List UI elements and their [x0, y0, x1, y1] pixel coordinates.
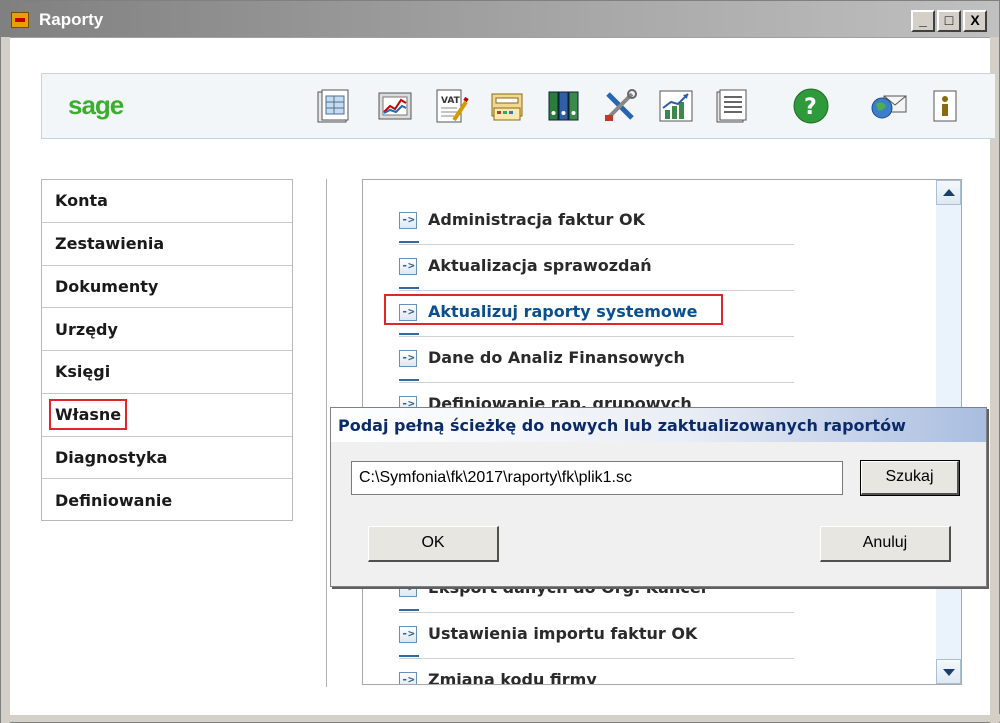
- nav-item-label: Dokumenty: [55, 276, 159, 296]
- minimize-button[interactable]: _: [911, 10, 935, 32]
- nav-item-urzedy[interactable]: Urzędy: [42, 308, 292, 351]
- list-item-label: Dane do Analiz Finansowych: [428, 348, 685, 367]
- nav-item-label: Urzędy: [55, 319, 118, 339]
- list-item[interactable]: -> Zmiana kodu firmy: [399, 659, 794, 685]
- calculator-icon[interactable]: [488, 86, 526, 126]
- arrow-right-icon: ->: [399, 626, 419, 657]
- reports-window: Raporty _ □ X sage VAT ? Konta Zestawien…: [0, 0, 1000, 723]
- arrow-up-icon: [943, 189, 955, 196]
- nav-item-diagnostyka[interactable]: Diagnostyka: [42, 437, 292, 480]
- binders-icon[interactable]: [545, 86, 583, 126]
- dialog-title-bar: Podaj pełną ścieżkę do nowych lub zaktua…: [331, 408, 986, 442]
- nav-item-zestawienia[interactable]: Zestawienia: [42, 223, 292, 266]
- nav-item-wlasne[interactable]: Własne: [42, 394, 292, 437]
- nav-item-label: Zestawienia: [55, 234, 165, 254]
- nav-item-label: Księgi: [55, 362, 111, 382]
- scroll-up-button[interactable]: [936, 180, 961, 205]
- list-item[interactable]: -> Aktualizacja sprawozdań: [399, 245, 794, 291]
- chart-icon[interactable]: [376, 86, 414, 126]
- window-frame-right: [990, 37, 999, 723]
- arrow-right-icon: ->: [399, 212, 419, 243]
- close-button[interactable]: X: [963, 10, 987, 32]
- window-title: Raporty: [39, 10, 104, 29]
- nav-item-definiowanie[interactable]: Definiowanie: [42, 479, 292, 522]
- vat-icon[interactable]: VAT: [432, 86, 470, 126]
- cancel-button[interactable]: Anuluj: [820, 526, 951, 562]
- list-icon[interactable]: [712, 86, 750, 126]
- sage-logo: sage: [68, 90, 124, 120]
- search-button[interactable]: Szukaj: [860, 460, 960, 496]
- help-icon[interactable]: ?: [792, 86, 830, 126]
- list-item-label: Zmiana kodu firmy: [428, 670, 597, 685]
- highlight-frame: [384, 294, 723, 325]
- category-nav: Konta Zestawienia Dokumenty Urzędy Księg…: [41, 179, 293, 521]
- arrow-right-icon: ->: [399, 258, 419, 289]
- panel-divider: [326, 179, 327, 687]
- documents-icon[interactable]: [314, 86, 352, 126]
- window-frame-bottom: [1, 714, 1000, 722]
- arrow-right-icon: ->: [399, 672, 417, 684]
- window-frame-left: [1, 37, 10, 723]
- toolbar: sage VAT ?: [41, 73, 996, 139]
- path-dialog: Podaj pełną ścieżkę do nowych lub zaktua…: [330, 407, 987, 587]
- arrow-down-icon: [943, 669, 955, 676]
- maximize-button[interactable]: □: [937, 10, 961, 32]
- scroll-down-button[interactable]: [936, 659, 961, 684]
- globe-mail-icon[interactable]: [870, 86, 908, 126]
- nav-item-label: Konta: [55, 191, 108, 211]
- nav-item-dokumenty[interactable]: Dokumenty: [42, 266, 292, 309]
- svg-text:VAT: VAT: [441, 96, 461, 106]
- nav-item-label: Własne: [48, 399, 128, 431]
- nav-item-label: Definiowanie: [55, 491, 173, 511]
- app-icon: [11, 12, 29, 28]
- nav-item-label: Diagnostyka: [55, 447, 168, 467]
- tools-icon[interactable]: [601, 86, 639, 126]
- list-item-label: Aktualizacja sprawozdań: [428, 256, 652, 275]
- title-bar: Raporty _ □ X: [1, 1, 999, 37]
- list-item[interactable]: -> Ustawienia importu faktur OK: [399, 613, 794, 659]
- list-item-label: Administracja faktur OK: [428, 210, 645, 229]
- ok-button[interactable]: OK: [368, 526, 499, 562]
- svg-text:?: ?: [804, 95, 817, 120]
- dialog-title: Podaj pełną ścieżkę do nowych lub zaktua…: [338, 416, 906, 435]
- info-icon[interactable]: [926, 86, 964, 126]
- arrow-right-icon: ->: [399, 350, 419, 381]
- path-input[interactable]: C:\Symfonia\fk\2017\raporty\fk\plik1.sc: [351, 461, 843, 495]
- nav-item-konta[interactable]: Konta: [42, 180, 292, 223]
- list-item-label: Ustawienia importu faktur OK: [428, 624, 698, 643]
- list-item[interactable]: -> Administracja faktur OK: [399, 199, 794, 245]
- nav-item-ksiegi[interactable]: Księgi: [42, 351, 292, 394]
- growth-chart-icon[interactable]: [657, 86, 695, 126]
- list-item[interactable]: -> Dane do Analiz Finansowych: [399, 337, 794, 383]
